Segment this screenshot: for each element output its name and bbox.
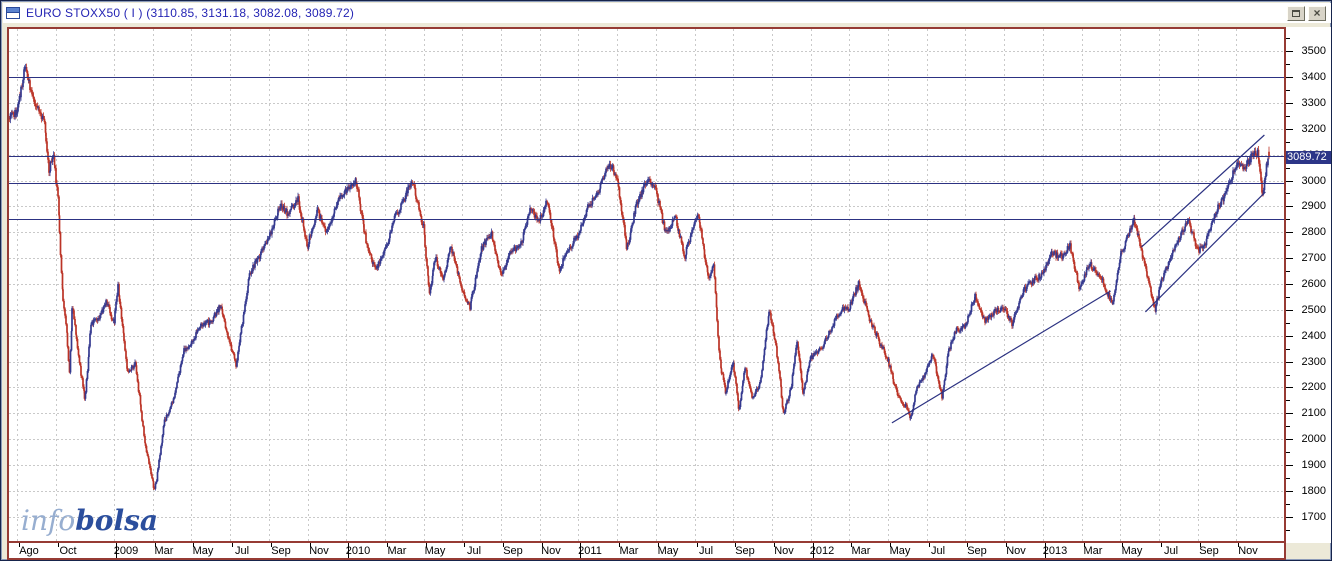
date-tick-label: May bbox=[889, 545, 911, 557]
price-tick-label: 3300 bbox=[1301, 97, 1326, 109]
price-tick-label: 3200 bbox=[1301, 123, 1326, 135]
date-tick-label: Nov bbox=[541, 545, 561, 557]
date-tick bbox=[1161, 543, 1162, 547]
restore-button[interactable] bbox=[1287, 6, 1305, 21]
logo-bolsa-text: bolsa bbox=[75, 504, 159, 537]
date-tick-label: Sep bbox=[1199, 545, 1219, 557]
logo-info-text: info bbox=[21, 504, 76, 537]
date-tick-label: Mar bbox=[851, 545, 871, 557]
date-tick-label: Mar bbox=[387, 545, 407, 557]
date-tick-label: May bbox=[657, 545, 679, 557]
price-tick-label: 2900 bbox=[1301, 200, 1326, 212]
date-tick bbox=[929, 543, 930, 547]
date-tick-label: Mar bbox=[154, 545, 174, 557]
window-icon bbox=[6, 7, 20, 19]
price-tick bbox=[1286, 504, 1290, 505]
price-tick-label: 2000 bbox=[1301, 433, 1326, 445]
price-tick bbox=[1286, 142, 1290, 143]
price-tick-label: 1700 bbox=[1301, 511, 1326, 523]
price-tick bbox=[1286, 271, 1290, 272]
price-tick-label: 2800 bbox=[1301, 226, 1326, 238]
date-tick bbox=[697, 543, 698, 547]
date-tick-label: Oct bbox=[59, 545, 77, 557]
candles-down bbox=[9, 63, 1270, 490]
date-tick-label: Mar bbox=[1083, 545, 1103, 557]
last-price-tag: 3089.72 bbox=[1286, 151, 1331, 164]
window-buttons: × bbox=[1287, 6, 1326, 21]
price-tick bbox=[1286, 530, 1290, 531]
date-tick-label: Nov bbox=[774, 545, 794, 557]
window-titlebar[interactable]: EURO STOXX50 ( I ) (3110.85, 3131.18, 30… bbox=[3, 3, 1331, 23]
date-tick-label: May bbox=[192, 545, 214, 557]
date-tick-label: Jul bbox=[234, 545, 250, 557]
date-tick-label: Sep bbox=[271, 545, 291, 557]
date-tick-label: Jul bbox=[930, 545, 946, 557]
price-tick bbox=[1286, 168, 1290, 169]
chart-window: EURO STOXX50 ( I ) (3110.85, 3131.18, 30… bbox=[0, 0, 1332, 561]
date-tick-label: 2011 bbox=[578, 545, 602, 557]
price-tick-label: 3000 bbox=[1301, 175, 1326, 187]
price-tick-label: 2300 bbox=[1301, 356, 1326, 368]
price-tick-label: 1800 bbox=[1301, 485, 1326, 497]
price-tick-label: 2700 bbox=[1301, 252, 1326, 264]
restore-icon bbox=[1292, 10, 1300, 17]
date-tick-label: Sep bbox=[967, 545, 987, 557]
chart-plot-area[interactable]: infobolsa bbox=[7, 27, 1286, 543]
price-axis[interactable]: 3500340033003200310030002900280027002600… bbox=[1286, 27, 1331, 543]
price-tick bbox=[1286, 245, 1290, 246]
date-tick-label: Ago bbox=[19, 545, 39, 557]
date-tick-label: 2009 bbox=[113, 545, 139, 557]
date-tick-label: Nov bbox=[1006, 545, 1026, 557]
price-tick-label: 2200 bbox=[1301, 381, 1326, 393]
price-tick bbox=[1286, 400, 1290, 401]
window-icon-bar bbox=[7, 8, 19, 13]
price-tick bbox=[1286, 193, 1290, 194]
price-tick bbox=[1286, 426, 1290, 427]
date-tick-label: Sep bbox=[735, 545, 755, 557]
price-tick-label: 2100 bbox=[1301, 407, 1326, 419]
price-tick bbox=[1286, 349, 1290, 350]
price-tick-label: 2500 bbox=[1301, 304, 1326, 316]
price-tick bbox=[1286, 452, 1290, 453]
price-tick-label: 2400 bbox=[1301, 330, 1326, 342]
price-tick bbox=[1286, 375, 1290, 376]
date-tick-label: May bbox=[424, 545, 446, 557]
price-tick-label: 2600 bbox=[1301, 278, 1326, 290]
date-tick bbox=[464, 543, 465, 547]
date-tick-label: Nov bbox=[309, 545, 329, 557]
close-button[interactable]: × bbox=[1308, 6, 1326, 21]
date-tick-label: Jul bbox=[466, 545, 482, 557]
infobolsa-logo: infobolsa bbox=[21, 507, 158, 535]
price-tick bbox=[1286, 38, 1290, 39]
date-tick-label: 2012 bbox=[809, 545, 835, 557]
date-tick-label: 2010 bbox=[345, 545, 371, 557]
close-icon: × bbox=[1313, 6, 1321, 20]
price-tick-label: 3500 bbox=[1301, 45, 1326, 57]
horizontal-level-lines[interactable] bbox=[9, 76, 1284, 221]
trend-lines[interactable] bbox=[891, 134, 1266, 424]
date-tick-label: Mar bbox=[619, 545, 639, 557]
date-tick-label: Nov bbox=[1238, 545, 1258, 557]
candles-up bbox=[9, 63, 1269, 491]
date-tick bbox=[232, 543, 233, 547]
price-tick bbox=[1286, 116, 1290, 117]
price-tick bbox=[1286, 478, 1290, 479]
horizontal-gridlines bbox=[9, 51, 1284, 518]
price-tick-label: 1900 bbox=[1301, 459, 1326, 471]
price-tick bbox=[1286, 297, 1290, 298]
date-tick-label: Jul bbox=[698, 545, 714, 557]
price-tick bbox=[1286, 323, 1290, 324]
date-tick-label: Sep bbox=[503, 545, 523, 557]
price-tick bbox=[1286, 90, 1290, 91]
candlestick-chart[interactable] bbox=[9, 29, 1284, 541]
price-tick-label: 3400 bbox=[1301, 71, 1326, 83]
date-axis[interactable]: Ago Oct 2009 Mar May Jul Sep Nov 2010 Mar May Jul Se… bbox=[7, 543, 1286, 560]
date-tick-label: Jul bbox=[1163, 545, 1179, 557]
window-title: EURO STOXX50 ( I ) (3110.85, 3131.18, 30… bbox=[26, 6, 355, 20]
date-tick-label: 2013 bbox=[1042, 545, 1068, 557]
date-tick-label: May bbox=[1121, 545, 1143, 557]
price-tick bbox=[1286, 64, 1290, 65]
price-tick bbox=[1286, 219, 1290, 220]
